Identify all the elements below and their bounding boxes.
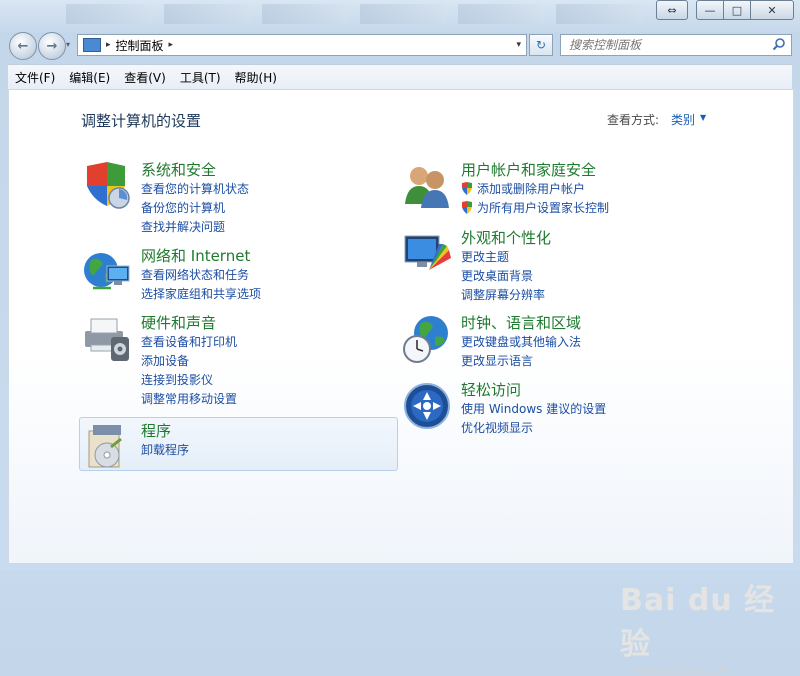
recent-pages-button[interactable]: ▾ [66,40,70,49]
link-troubleshoot[interactable]: 查找并解决问题 [141,218,249,237]
window-frame: ⇔ — □ ✕ ← → ▾ ▸ 控制面板 ▸ ▾ ↻ 文件(F) 编辑(E) 查… [0,0,800,676]
category-title-ease-of-access[interactable]: 轻松访问 [461,380,606,400]
view-by-dropdown[interactable]: 类别 [671,111,695,128]
link-uninstall-program[interactable]: 卸载程序 [141,441,189,460]
menu-file[interactable]: 文件(F) [8,69,62,86]
category-title-appearance[interactable]: 外观和个性化 [461,228,551,248]
link-desktop-background[interactable]: 更改桌面背景 [461,267,551,286]
control-panel-content: 调整计算机的设置 查看方式: 类别 ▼ 系统和安全 查看您的计算机状态 备份您的… [8,89,794,676]
link-change-theme[interactable]: 更改主题 [461,248,551,267]
appearance-icon [404,235,451,270]
menu-bar: 文件(F) 编辑(E) 查看(V) 工具(T) 帮助(H) [8,64,792,90]
navigation-bar: ← → ▾ ▸ 控制面板 ▸ ▾ ↻ [0,28,800,64]
category-title-programs[interactable]: 程序 [141,421,189,441]
caption-buttons: ⇔ — □ ✕ [656,0,794,20]
link-add-remove-accounts[interactable]: 添加或删除用户帐户 [461,180,609,199]
link-optimize-visual-display[interactable]: 优化视频显示 [461,419,606,438]
link-keyboard-input[interactable]: 更改键盘或其他输入法 [461,333,581,352]
maximize-button[interactable]: □ [724,0,751,20]
address-dropdown-icon[interactable]: ▾ [516,40,521,50]
uac-shield-icon [462,201,472,214]
refresh-button[interactable]: ↻ [529,34,553,56]
link-homegroup-sharing[interactable]: 选择家庭组和共享选项 [141,285,261,304]
category-title-user-accounts[interactable]: 用户帐户和家庭安全 [461,160,609,180]
search-input[interactable] [567,35,761,55]
link-parental-controls[interactable]: 为所有用户设置家长控制 [461,199,609,218]
menu-help[interactable]: 帮助(H) [228,69,284,86]
link-mobility-settings[interactable]: 调整常用移动设置 [141,390,237,409]
link-display-language[interactable]: 更改显示语言 [461,352,581,371]
category-title-clock-language[interactable]: 时钟、语言和区域 [461,313,581,333]
menu-view[interactable]: 查看(V) [117,69,173,86]
link-devices-printers[interactable]: 查看设备和打印机 [141,333,237,352]
forward-button[interactable]: → [38,32,66,60]
close-button[interactable]: ✕ [751,0,794,20]
search-box[interactable] [560,34,792,56]
programs-icon [88,425,122,468]
link-screen-resolution[interactable]: 调整屏幕分辨率 [461,286,551,305]
baidu-watermark: Bai du 经验 jingyan.baidu.com [620,575,793,676]
network-internet-icon [84,253,130,290]
category-title-network-internet[interactable]: 网络和 Internet [141,246,261,266]
link-backup-computer[interactable]: 备份您的计算机 [141,199,249,218]
watermark-url: jingyan.baidu.com [628,663,730,676]
view-by-label: 查看方式: [607,113,660,127]
user-accounts-icon [405,167,449,208]
breadcrumb-control-panel[interactable]: 控制面板 [116,37,164,54]
watermark-logo: Bai du 经验 [620,583,776,662]
minimize-button[interactable]: — [696,0,724,20]
link-add-remove-accounts-label: 添加或删除用户帐户 [477,182,586,196]
resize-button[interactable]: ⇔ [656,0,688,20]
page-title: 调整计算机的设置 [81,112,202,130]
link-view-computer-status[interactable]: 查看您的计算机状态 [141,180,249,199]
breadcrumb-separator-icon[interactable]: ▸ [106,40,111,50]
search-icon[interactable] [772,37,786,51]
menu-edit[interactable]: 编辑(E) [62,69,117,86]
system-security-icon [87,162,130,209]
view-by-arrow-icon[interactable]: ▼ [700,113,706,122]
clock-language-icon [403,316,448,363]
control-panel-icon [83,38,101,52]
link-network-status[interactable]: 查看网络状态和任务 [141,266,261,285]
link-windows-suggested-settings[interactable]: 使用 Windows 建议的设置 [461,400,606,419]
address-bar[interactable]: ▸ 控制面板 ▸ ▾ [77,34,527,56]
link-parental-controls-label: 为所有用户设置家长控制 [477,201,610,215]
back-button[interactable]: ← [9,32,37,60]
category-title-system-security[interactable]: 系统和安全 [141,160,249,180]
hardware-sound-icon [85,318,129,361]
taskbar-reflection [60,2,660,28]
link-add-device[interactable]: 添加设备 [141,352,237,371]
ease-of-access-icon [404,383,450,429]
uac-shield-icon [462,182,472,195]
link-connect-projector[interactable]: 连接到投影仪 [141,371,237,390]
menu-tools[interactable]: 工具(T) [173,69,228,86]
category-title-hardware-sound[interactable]: 硬件和声音 [141,313,237,333]
breadcrumb-chevron-icon[interactable]: ▸ [169,40,174,50]
